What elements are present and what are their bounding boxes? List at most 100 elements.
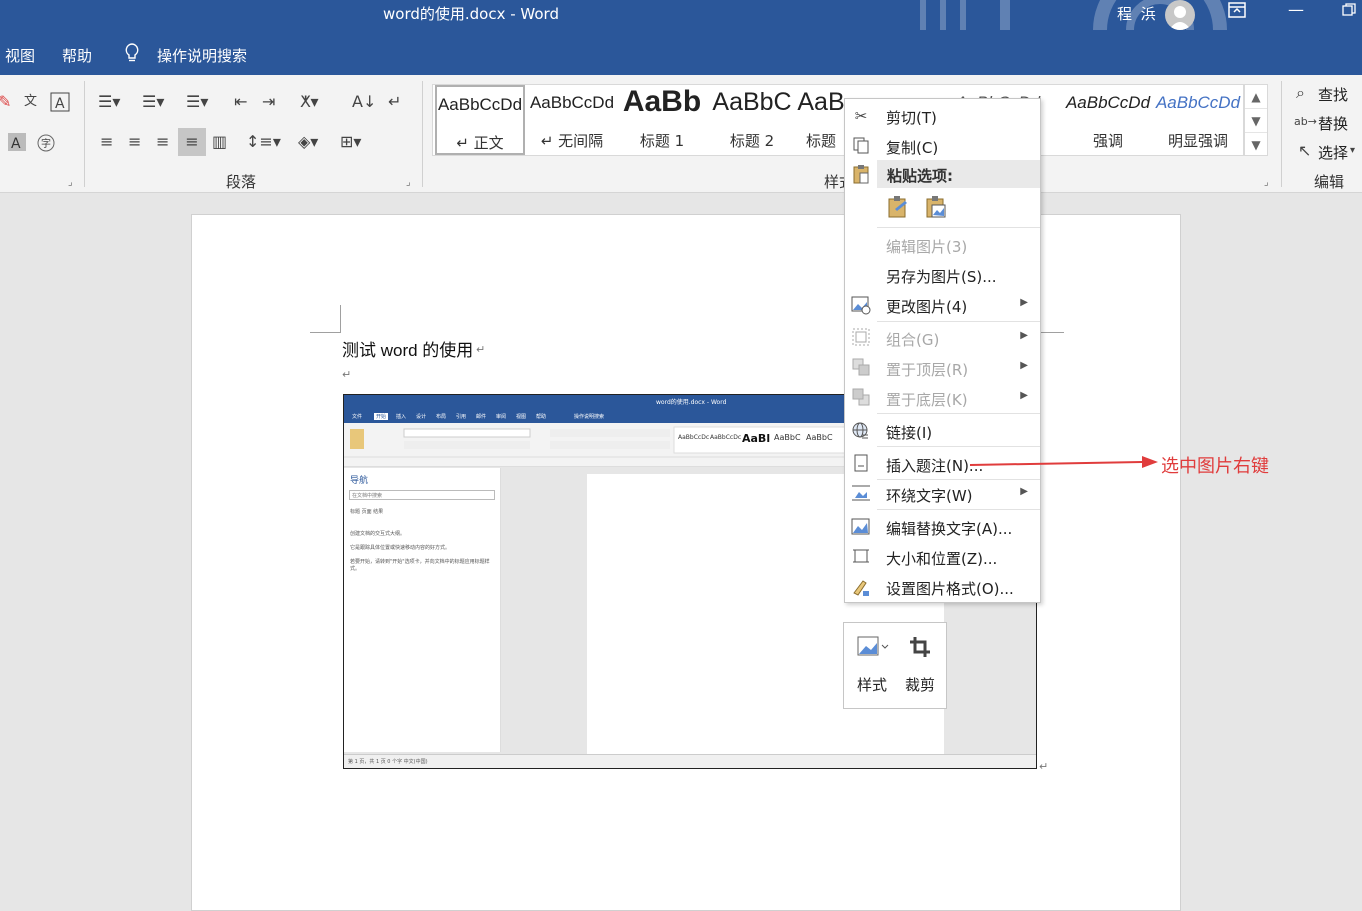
style-no-spacing[interactable]: AaBbCcDd ↵ 无间隔	[527, 85, 617, 155]
restore-icon[interactable]	[1342, 2, 1356, 21]
style-normal[interactable]: AaBbCcDd ↵ 正文	[435, 85, 525, 155]
eraser-icon[interactable]: ✎	[0, 93, 11, 111]
distributed-icon[interactable]: ▥	[212, 133, 227, 151]
style-name: ↵ 正文	[456, 134, 504, 152]
style-heading-2[interactable]: AaBbC 标题 2	[707, 85, 797, 155]
wrap-text-icon	[851, 484, 871, 504]
chevron-down-icon[interactable]: ▾	[1350, 142, 1355, 160]
line-spacing-icon[interactable]: ↕≡▾	[246, 133, 281, 151]
embedded-nav-line: 若要开始，请转到"开始"选项卡，并向文档中的标题应用标题样式。	[350, 559, 490, 572]
borders-icon[interactable]: ⊞▾	[340, 133, 361, 151]
context-menu: ✂ 剪切(T) 复制(C) 粘贴选项: 编辑图片(3) 另存为图片(S)... …	[844, 98, 1041, 603]
enclose-characters-icon[interactable]: 字	[36, 133, 56, 157]
shading-icon[interactable]: ◈▾	[298, 133, 318, 151]
picture-style-button[interactable]: 样式	[848, 623, 896, 708]
caption-icon	[851, 454, 871, 474]
style-title[interactable]: AaB 标题	[797, 85, 845, 155]
margin-mark	[310, 332, 340, 333]
style-sample: AaBbCcDd	[1065, 93, 1151, 112]
user-name[interactable]: 程 浜	[1117, 3, 1158, 24]
svg-text:AaBbCcDc: AaBbCcDc	[710, 434, 741, 441]
crop-button[interactable]: 裁剪	[896, 623, 944, 708]
menu-item-label: 置于顶层(R)	[886, 361, 969, 379]
change-picture-icon	[851, 295, 871, 315]
submenu-arrow-icon: ▶	[1020, 330, 1028, 341]
gallery-up-icon[interactable]: ▲	[1245, 85, 1267, 109]
paste-keep-format-icon[interactable]	[885, 195, 911, 221]
menu-item-label: 环绕文字(W)	[886, 487, 973, 505]
character-border-icon[interactable]: A	[50, 92, 70, 116]
embedded-status-text: 第 1 页，共 1 页 0 个字 中文(中国)	[348, 759, 428, 765]
send-to-back-icon	[851, 388, 871, 408]
embedded-nav-line: 它是跟踪具体位置或快速移动内容的好方式。	[350, 545, 451, 551]
menu-item-label: 另存为图片(S)...	[886, 268, 997, 286]
styles-dialog-launcher-icon[interactable]: ⌟	[1264, 177, 1269, 188]
bullets-icon[interactable]: ☰▾	[98, 93, 120, 111]
menu-item-copy[interactable]: 复制(C)	[845, 132, 1040, 160]
clipboard-icon	[851, 164, 871, 184]
style-intense-emphasis[interactable]: AaBbCcDd 明显强调	[1153, 85, 1243, 155]
alt-text-icon	[851, 517, 871, 537]
paragraph-dialog-launcher-icon[interactable]: ⌟	[406, 177, 411, 188]
gallery-more-icon[interactable]: ▼	[1245, 133, 1267, 157]
gallery-down-icon[interactable]: ▼	[1245, 109, 1267, 133]
ribbon-display-options-icon[interactable]	[1228, 2, 1246, 22]
style-name: 标题 1	[639, 132, 685, 150]
style-sample: AaB	[797, 88, 845, 116]
align-center-icon[interactable]: ≡	[128, 133, 141, 151]
phonetic-guide-icon[interactable]: 文	[24, 93, 37, 111]
character-shading-icon[interactable]: A	[8, 133, 26, 155]
minimize-icon[interactable]: —	[1288, 0, 1304, 19]
paste-picture-icon[interactable]	[923, 195, 949, 221]
tab-view[interactable]: 视图	[5, 45, 35, 66]
group-icon	[851, 328, 871, 348]
style-sample: AaBb	[622, 85, 702, 118]
show-formatting-icon[interactable]: ↵	[388, 93, 401, 111]
multilevel-list-icon[interactable]: ☰▾	[186, 93, 208, 111]
sort-icon[interactable]: A↓	[352, 93, 376, 111]
menu-item-link[interactable]: 链接(I)	[845, 417, 1040, 445]
menu-item-wrap-text[interactable]: 环绕文字(W) ▶	[845, 480, 1040, 508]
user-avatar[interactable]	[1165, 0, 1195, 30]
align-right-icon[interactable]: ≡	[156, 133, 169, 151]
align-left-icon[interactable]: ≡	[100, 133, 113, 151]
increase-indent-icon[interactable]: ⇥	[262, 93, 275, 111]
select-button[interactable]: 选择	[1318, 142, 1348, 163]
document-text-line[interactable]: 测试 word 的使用	[342, 336, 473, 361]
replace-button[interactable]: 替换	[1318, 113, 1348, 134]
tab-help[interactable]: 帮助	[62, 45, 92, 66]
style-heading-1[interactable]: AaBb 标题 1	[617, 85, 707, 155]
find-button[interactable]: 查找	[1318, 84, 1348, 105]
font-dialog-launcher-icon[interactable]: ⌟	[68, 177, 73, 188]
styles-gallery: AaBbCcDd ↵ 正文 AaBbCcDd ↵ 无间隔 AaBb 标题 1 A…	[432, 84, 1244, 156]
menu-item-size-position[interactable]: 大小和位置(Z)...	[845, 543, 1040, 571]
menu-item-format-picture[interactable]: 设置图片格式(O)...	[845, 573, 1040, 601]
tell-me-search[interactable]: 操作说明搜索	[157, 45, 247, 66]
title-bar: word的使用.docx - Word 程 浜 —	[0, 0, 1362, 75]
svg-text:字: 字	[41, 137, 51, 150]
gallery-scroll: ▲ ▼ ▼	[1244, 84, 1268, 156]
embedded-menu-item: 开始	[374, 413, 389, 420]
style-emphasis[interactable]: AaBbCcDd 强调	[1063, 85, 1153, 155]
decrease-indent-icon[interactable]: ⇤	[234, 93, 247, 111]
svg-text:AaBl: AaBl	[742, 432, 770, 445]
menu-item-cut[interactable]: ✂ 剪切(T)	[845, 102, 1040, 130]
submenu-arrow-icon: ▶	[1020, 390, 1028, 401]
menu-item-save-as-picture[interactable]: 另存为图片(S)...	[845, 261, 1040, 289]
replace-icon[interactable]: ab→	[1294, 113, 1317, 131]
chinese-layout-icon[interactable]: ⵅ▾	[300, 93, 319, 111]
embedded-status-bar: 第 1 页，共 1 页 0 个字 中文(中国)	[344, 754, 1036, 768]
scissors-icon: ✂	[854, 107, 868, 125]
find-icon[interactable]: ⌕	[1296, 84, 1305, 102]
separator	[877, 446, 1040, 447]
crop-label: 裁剪	[904, 676, 935, 694]
embedded-menu-item: 邮件	[476, 414, 487, 420]
justify-icon[interactable]: ≡	[178, 128, 206, 156]
lightbulb-icon[interactable]	[124, 43, 140, 67]
select-cursor-icon[interactable]: ↖	[1298, 142, 1311, 160]
menu-item-edit-alt-text[interactable]: 编辑替换文字(A)...	[845, 513, 1040, 541]
menu-item-send-to-back: 置于底层(K) ▶	[845, 384, 1040, 412]
menu-item-change-picture[interactable]: 更改图片(4) ▶	[845, 291, 1040, 319]
separator	[877, 227, 1040, 228]
numbering-icon[interactable]: ☰▾	[142, 93, 164, 111]
